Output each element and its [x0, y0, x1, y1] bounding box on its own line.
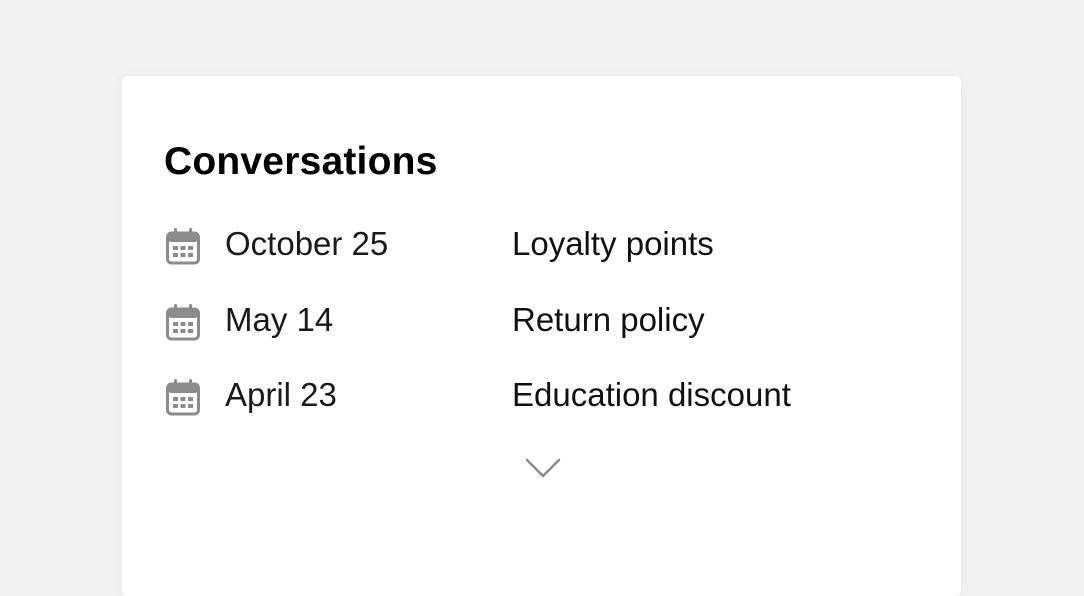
conversation-date: October 25	[225, 225, 389, 262]
conversation-date: April 23	[225, 376, 337, 413]
conversation-topic[interactable]: Loyalty points	[512, 224, 714, 264]
card-title: Conversations	[164, 140, 438, 183]
chevron-down-icon[interactable]	[523, 454, 563, 482]
calendar-icon	[166, 304, 200, 341]
conversation-date: May 14	[225, 301, 334, 338]
conversation-topic[interactable]: Education discount	[512, 375, 791, 415]
conversation-row[interactable]: April 23 Education discount	[164, 375, 924, 416]
calendar-icon	[166, 379, 200, 416]
calendar-icon	[166, 228, 200, 265]
conversations-card: Conversations October 25 Loyalty points	[122, 76, 961, 596]
conversation-row[interactable]: May 14 Return policy	[164, 300, 924, 341]
conversation-topic[interactable]: Return policy	[512, 300, 705, 340]
conversation-row[interactable]: October 25 Loyalty points	[164, 224, 924, 265]
